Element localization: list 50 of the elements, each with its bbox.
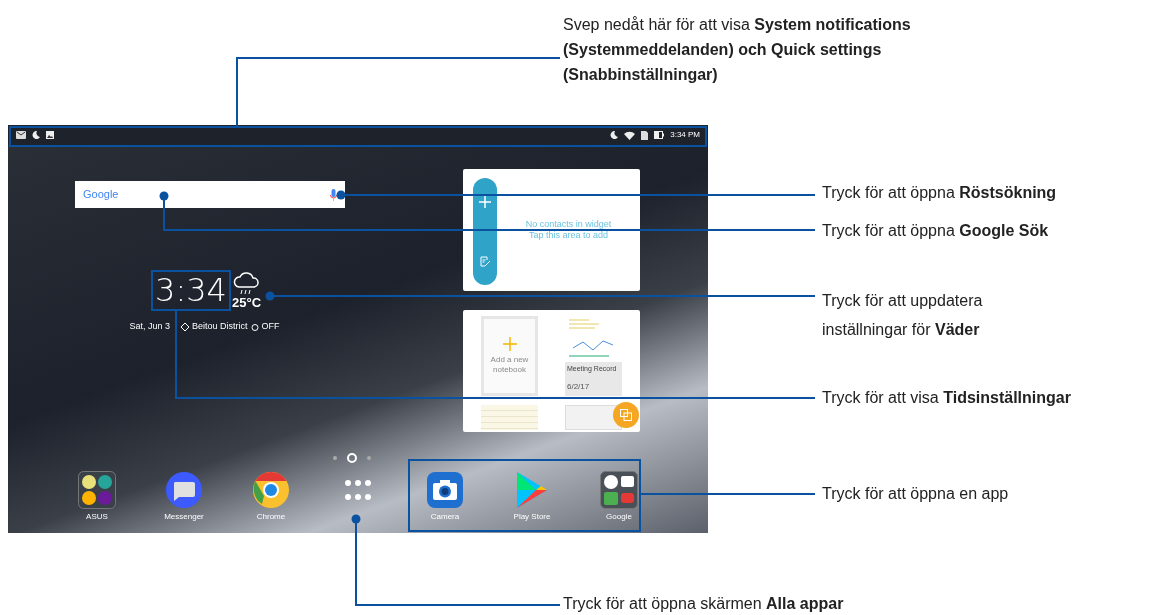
app-label: Messenger <box>164 511 204 523</box>
moon-icon <box>610 131 619 139</box>
mail-icon <box>16 131 26 139</box>
lined-notebook-thumbnail <box>481 405 538 430</box>
folder-icon[interactable] <box>78 471 116 509</box>
new-notebook-label: Add a new notebook <box>489 355 530 375</box>
camera-icon[interactable] <box>426 471 464 509</box>
status-time: 3:34 PM <box>670 129 700 141</box>
rain-cloud-icon[interactable] <box>232 272 262 296</box>
microphone-icon[interactable] <box>330 188 337 201</box>
app-label: Google <box>606 511 632 523</box>
alarm-icon <box>250 322 259 331</box>
temperature[interactable]: 25°C <box>232 296 262 310</box>
image-icon <box>46 131 54 139</box>
browser-icon[interactable] <box>252 471 290 509</box>
app-grid-icon[interactable] <box>343 479 373 501</box>
app-label: Chrome <box>256 511 286 523</box>
callout-text: Svep nedåt här för att visa System notifications (Systemmeddelanden) och Quick settings (Snabbinställningar) <box>563 15 912 85</box>
callout-text: Tryck för att öppna skärmen Alla appar <box>563 594 844 614</box>
plus-icon[interactable] <box>479 196 491 208</box>
alarm-status: OFF <box>261 320 280 333</box>
edit-note-icon[interactable] <box>479 256 491 267</box>
search-logo: Google <box>83 187 119 203</box>
page-indicator[interactable] <box>347 453 357 463</box>
clock-time[interactable]: 3:34 <box>152 271 230 310</box>
new-notebook-card[interactable]: Add a new notebook <box>481 316 538 396</box>
sim-card-icon <box>641 130 649 140</box>
duplicate-icon <box>620 409 632 421</box>
wifi-icon <box>624 130 636 140</box>
widget-message: Tap this area to add <box>528 230 609 241</box>
location-icon <box>181 322 189 331</box>
folder-icon[interactable] <box>600 471 638 509</box>
callout-text: Tryck för att öppna Röstsökning <box>822 183 1058 203</box>
app-label: Play Store <box>513 511 551 523</box>
plus-icon <box>502 337 517 351</box>
callout-text: Tryck för att uppdatera inställningar för Väder <box>822 291 984 340</box>
moon-icon <box>32 131 40 139</box>
app-label: Camera <box>430 511 460 523</box>
callout-text: Tryck för att öppna Google Sök <box>822 221 1050 241</box>
battery-icon <box>654 131 665 139</box>
note-date: 6/2/17 <box>566 380 591 393</box>
floating-button[interactable] <box>613 402 639 428</box>
app-label: ASUS <box>86 511 108 523</box>
search-bar[interactable]: Google <box>75 181 345 208</box>
location-text: Beitou District <box>192 320 248 333</box>
callout-text: Tryck för att visa Tidsinställningar <box>822 388 1072 408</box>
widget-message: No contacts in widget <box>525 219 612 230</box>
chat-bubble-icon[interactable] <box>165 471 203 509</box>
callout-text: Tryck för att öppna en app <box>822 484 1010 504</box>
date-text: Sat, Jun 3 <box>128 320 170 333</box>
